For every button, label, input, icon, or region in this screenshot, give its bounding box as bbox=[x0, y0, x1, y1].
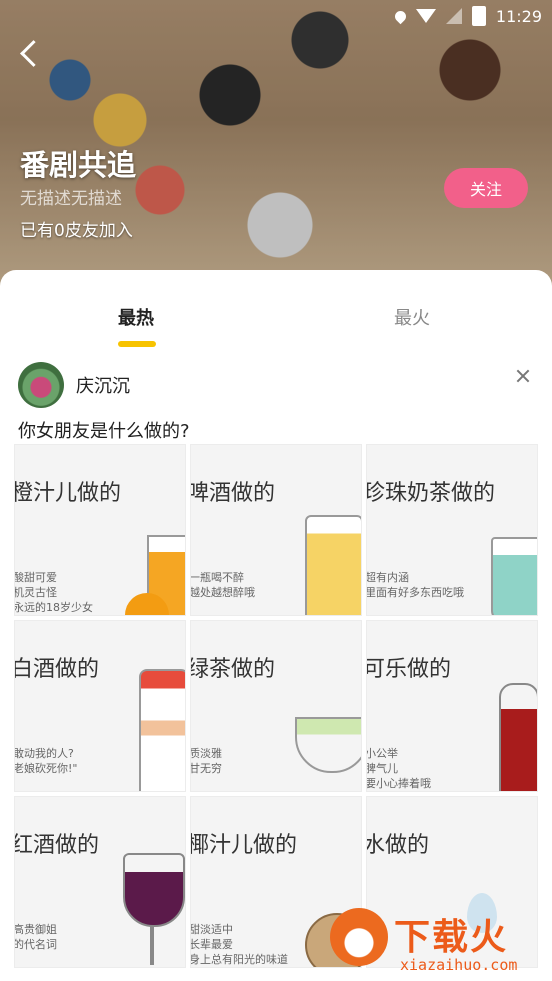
group-title: 番剧共追 bbox=[20, 148, 137, 182]
post-image[interactable]: 啤酒做的 一瓶喝不醉 越处越想醉哦 bbox=[190, 444, 362, 616]
red-wine-glass-illustration bbox=[123, 853, 185, 927]
image-caption: 长辈最爱 bbox=[190, 938, 233, 951]
fire-logo-icon bbox=[330, 908, 388, 966]
post-image[interactable]: 红酒做的 高贵御姐 的代名词 bbox=[14, 796, 186, 968]
image-caption: 高贵御姐 bbox=[14, 923, 57, 936]
image-title: 珍珠奶茶做的 bbox=[366, 481, 496, 506]
follow-button[interactable]: 关注 bbox=[444, 168, 528, 208]
image-caption: 质淡雅 bbox=[190, 747, 222, 760]
image-caption: 永远的18岁少女 bbox=[14, 601, 93, 614]
image-caption: 超有内涵 bbox=[366, 571, 409, 584]
post-image[interactable]: 可乐做的 小公举 脾气儿 要小心捧着哦 bbox=[366, 620, 538, 792]
image-caption: 甘无穷 bbox=[190, 762, 222, 775]
image-title: 可乐做的 bbox=[366, 657, 452, 682]
image-title: 橙汁儿做的 bbox=[14, 481, 122, 506]
image-title: 绿茶做的 bbox=[190, 657, 276, 682]
image-title: 椰汁儿做的 bbox=[190, 833, 298, 858]
group-banner: 11:29 番剧共追 无描述无描述 已有0皮友加入 关注 bbox=[0, 0, 552, 300]
status-time: 11:29 bbox=[495, 6, 542, 26]
image-title: 啤酒做的 bbox=[190, 481, 276, 506]
image-caption: 脾气儿 bbox=[366, 762, 398, 775]
baijiu-bottle-illustration bbox=[139, 669, 185, 791]
close-icon[interactable] bbox=[512, 366, 534, 388]
image-caption: 的代名词 bbox=[14, 938, 57, 951]
image-title: 白酒做的 bbox=[14, 657, 100, 682]
post-image[interactable]: 珍珠奶茶做的 超有内涵 里面有好多东西吃哦 bbox=[366, 444, 538, 616]
post-author[interactable]: 庆沉沉 bbox=[18, 361, 130, 409]
beer-illustration bbox=[305, 515, 361, 615]
wifi-icon bbox=[415, 9, 436, 23]
image-caption: 一瓶喝不醉 bbox=[190, 571, 244, 584]
red-wine-glass-stem bbox=[150, 925, 154, 965]
watermark-url: xiazaihuo.com bbox=[400, 956, 518, 974]
image-title: 红酒做的 bbox=[14, 833, 100, 858]
image-caption: 酸甜可爱 bbox=[14, 571, 57, 584]
avatar[interactable] bbox=[18, 362, 64, 408]
image-caption: 越处越想醉哦 bbox=[190, 586, 255, 599]
active-tab-indicator bbox=[118, 341, 156, 347]
cola-bottle-illustration bbox=[499, 683, 537, 791]
image-caption: 小公举 bbox=[366, 747, 398, 760]
bubble-tea-illustration bbox=[491, 537, 537, 615]
tab-hottest[interactable]: 最热 bbox=[118, 304, 154, 330]
back-icon[interactable] bbox=[16, 38, 46, 68]
username[interactable]: 庆沉沉 bbox=[76, 372, 130, 398]
location-icon bbox=[392, 8, 409, 24]
watermark-brand: 下载火 bbox=[394, 917, 509, 958]
status-bar: 11:29 bbox=[392, 6, 542, 26]
image-caption: 身上总有阳光的味道 bbox=[190, 953, 288, 966]
image-caption: 甜淡适中 bbox=[190, 923, 233, 936]
post-image-grid: 橙汁儿做的 酸甜可爱 机灵古怪 永远的18岁少女 啤酒做的 一瓶喝不醉 越处越想… bbox=[14, 444, 538, 968]
image-caption: 要小心捧着哦 bbox=[366, 777, 431, 790]
post-image[interactable]: 白酒做的 敢动我的人? 老娘砍死你!" bbox=[14, 620, 186, 792]
post-text: 你女朋友是什么做的? bbox=[18, 421, 190, 442]
watermark-logo: 下载火 xiazaihuo.com bbox=[330, 900, 552, 981]
group-member-count: 已有0皮友加入 bbox=[20, 221, 133, 241]
tab-most-popular[interactable]: 最火 bbox=[394, 304, 430, 330]
image-caption: 里面有好多东西吃哦 bbox=[366, 586, 464, 599]
image-caption: 机灵古怪 bbox=[14, 586, 57, 599]
battery-icon bbox=[471, 6, 486, 26]
content-card: 最热 最火 庆沉沉 你女朋友是什么做的? 橙汁儿做的 酸甜可爱 机灵古怪 永远的… bbox=[0, 270, 552, 981]
green-tea-bowl-illustration bbox=[295, 717, 361, 773]
image-caption: 敢动我的人? bbox=[14, 747, 74, 760]
image-caption: 老娘砍死你!" bbox=[14, 762, 78, 775]
signal-icon bbox=[445, 8, 462, 24]
image-title: 水做的 bbox=[366, 833, 430, 858]
post-image[interactable]: 绿茶做的 质淡雅 甘无穷 bbox=[190, 620, 362, 792]
group-description: 无描述无描述 bbox=[20, 189, 122, 209]
post-image[interactable]: 橙汁儿做的 酸甜可爱 机灵古怪 永远的18岁少女 bbox=[14, 444, 186, 616]
